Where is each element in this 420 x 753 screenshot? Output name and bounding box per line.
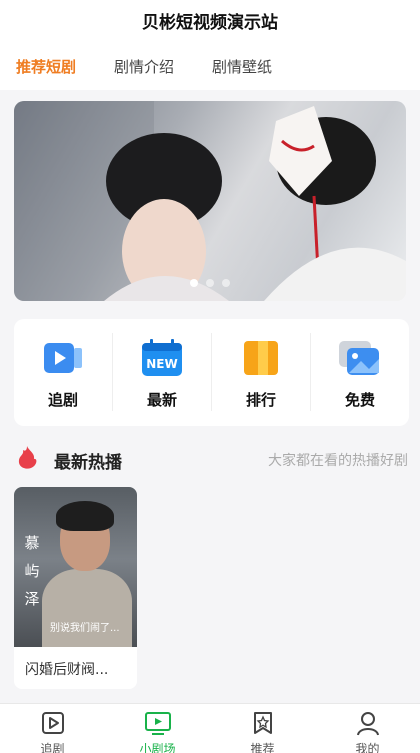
gallery-icon [339, 341, 379, 375]
nav-label: 追剧 [40, 742, 65, 753]
quick-action-label: 最新 [146, 391, 177, 409]
ranking-icon [244, 341, 278, 375]
nav-label: 小剧场 [139, 742, 176, 753]
quick-actions-panel: 追剧 NEW 最新 排行 免费 [14, 319, 409, 426]
nav-follow[interactable]: 追剧 [0, 704, 105, 753]
drama-title: 闪婚后财阀... [25, 662, 109, 678]
top-header: 贝彬短视频演示站 推荐短剧 剧情介绍 剧情壁纸 [0, 0, 420, 90]
quick-action-ranking[interactable]: 排行 [212, 319, 310, 426]
play-video-icon [44, 343, 82, 373]
carousel-dot[interactable] [222, 279, 230, 287]
nav-theater[interactable]: 小剧场 [105, 704, 210, 753]
app-title: 贝彬短视频演示站 [142, 13, 278, 33]
quick-action-latest[interactable]: NEW 最新 [113, 319, 211, 426]
star-bookmark-icon [253, 712, 272, 734]
drama-card[interactable]: 慕屿泽 别说我们闹了... 闪婚后财阀... [14, 487, 137, 689]
tab-bar: 推荐短剧 剧情介绍 剧情壁纸 [0, 56, 420, 80]
new-calendar-icon: NEW [142, 339, 182, 376]
quick-action-follow[interactable]: 追剧 [14, 319, 112, 426]
play-square-icon [41, 712, 64, 734]
poster-vertical-name: 慕屿泽 [24, 534, 40, 608]
nav-profile[interactable]: 我的 [315, 704, 420, 753]
section-subtitle: 大家都在看的热播好剧 [268, 453, 408, 469]
poster-subtitle: 别说我们闹了... [50, 623, 120, 634]
nav-label: 我的 [355, 742, 380, 753]
section-title: 最新热播 [54, 453, 122, 473]
quick-action-label: 追剧 [47, 391, 78, 409]
nav-recommend[interactable]: 推荐 [210, 704, 315, 753]
tab-plot-intro[interactable]: 剧情介绍 [114, 56, 174, 77]
quick-action-label: 免费 [344, 391, 375, 409]
carousel-dots [14, 272, 406, 291]
tab-recommended-dramas[interactable]: 推荐短剧 [16, 56, 76, 77]
flame-icon [18, 446, 37, 469]
user-icon [356, 712, 379, 736]
new-badge-text: NEW [146, 357, 177, 371]
nav-label: 推荐 [250, 742, 275, 753]
poster-figure-hair [56, 501, 114, 531]
poster-figure-body [42, 569, 132, 647]
section-header: 最新热播 大家都在看的热播好剧 [0, 442, 420, 478]
carousel-dot[interactable] [206, 279, 214, 287]
drama-poster: 慕屿泽 别说我们闹了... [14, 487, 137, 647]
quick-action-free[interactable]: 免费 [311, 319, 409, 426]
banner-image [14, 101, 406, 301]
bottom-nav: 追剧 小剧场 推荐 我的 [0, 703, 420, 753]
carousel-dot[interactable] [190, 279, 198, 287]
tab-wallpapers[interactable]: 剧情壁纸 [212, 56, 272, 77]
quick-action-label: 排行 [245, 391, 276, 409]
banner-carousel[interactable] [14, 101, 406, 301]
tv-icon [144, 712, 171, 735]
